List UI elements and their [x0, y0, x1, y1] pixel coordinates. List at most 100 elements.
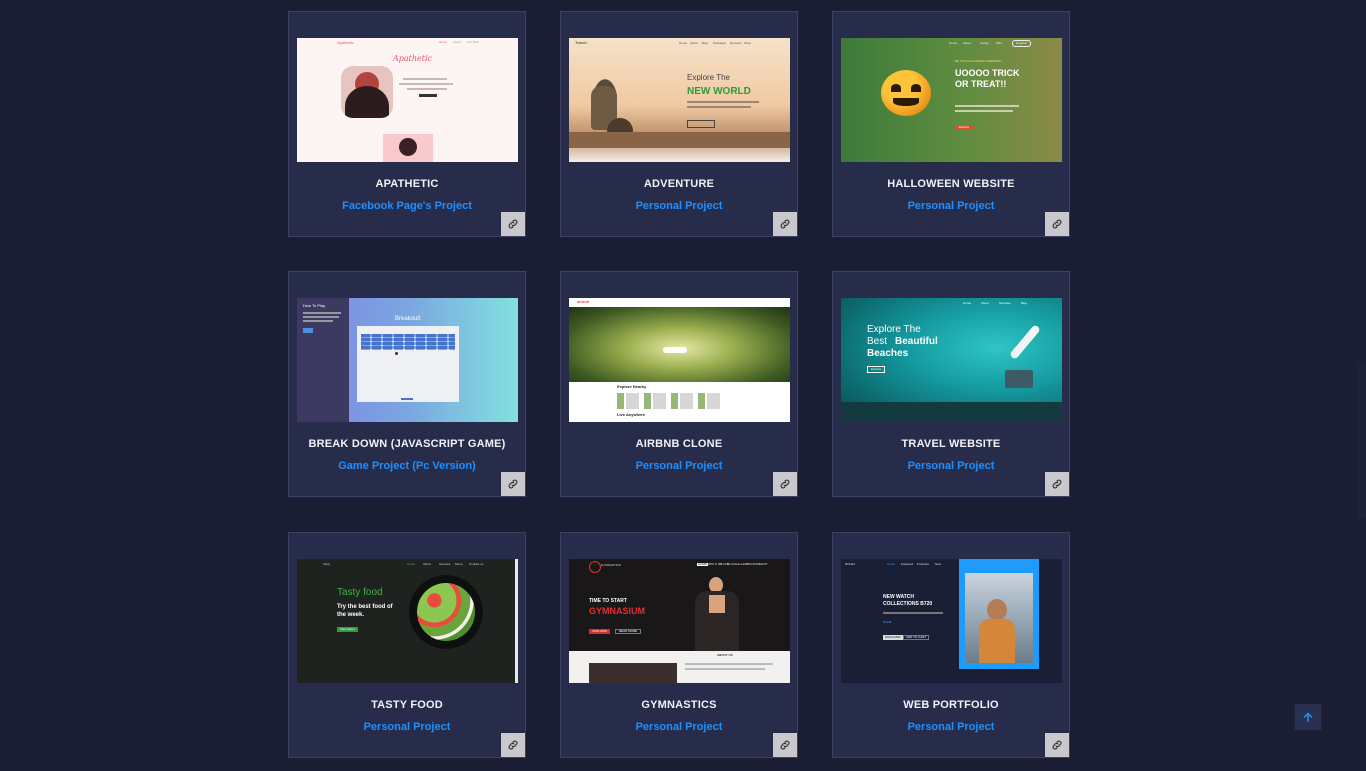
card-subtitle: Personal Project — [907, 721, 995, 733]
project-link-button[interactable] — [773, 472, 797, 496]
preview-nav-1: About — [981, 301, 989, 305]
preview-nav-1: About — [423, 562, 431, 566]
project-link-button[interactable] — [773, 733, 797, 757]
preview-nav-0: Home — [679, 41, 688, 45]
airbnb-preview[interactable]: airbnb Explore Nearby Live Anywhere — [569, 298, 790, 422]
preview-brand: Apathetic — [337, 40, 354, 45]
preview-brand: airbnb — [577, 299, 590, 304]
preview-nav-3: Menu — [455, 562, 463, 566]
project-card-web-portfolio: ROLEX Home Featured Products New NEW WAT… — [832, 532, 1070, 758]
preview-side-title: How To Play — [303, 303, 326, 308]
athlete-figure — [695, 573, 739, 651]
preview-nav-1: About — [453, 40, 461, 44]
link-icon — [1052, 479, 1062, 489]
preview-button1: JOIN NOW — [589, 629, 610, 635]
card-subtitle: Personal Project — [635, 200, 723, 212]
adventure-preview[interactable]: Travel. Home About Blog Packages Reviews… — [569, 38, 790, 162]
scroll-to-top-button[interactable] — [1295, 704, 1321, 730]
preview-button: Explore — [955, 125, 974, 131]
project-link-button[interactable] — [501, 472, 525, 496]
link-icon — [508, 740, 518, 750]
link-icon — [780, 740, 790, 750]
card-title: TASTY FOOD — [371, 699, 443, 711]
preview-heading: UOOOO TRICK OR TREAT!! — [955, 68, 1020, 89]
tasty-food-preview[interactable]: Tasty Home About Services Menu Contact u… — [297, 559, 518, 683]
link-icon — [780, 219, 790, 229]
project-link-button[interactable] — [501, 212, 525, 236]
project-card-gymnastics: GYMNASTICS HOME ABOUT US CLASS BLOG GALL… — [560, 532, 798, 758]
link-icon — [1052, 740, 1062, 750]
link-icon — [1052, 219, 1062, 229]
scrollbar[interactable] — [1358, 364, 1366, 518]
card-title: GYMNASTICS — [641, 699, 717, 711]
preview-nav-6: SHOP — [759, 562, 768, 566]
link-icon — [508, 479, 518, 489]
project-card-airbnb: airbnb Explore Nearby Live Anywhere AIRB… — [560, 271, 798, 497]
preview-nav-1: About — [690, 41, 698, 45]
preview-nav-1: Featured — [901, 562, 914, 566]
card-title: HALLOWEEN WEBSITE — [887, 178, 1015, 190]
preview-nav-0: Home — [407, 562, 416, 566]
preview-line1: Explore The — [867, 324, 921, 335]
preview-nav-2: Candy — [980, 41, 989, 45]
project-link-button[interactable] — [501, 733, 525, 757]
preview-nav-2: Blog — [702, 41, 709, 45]
preview-button2: READ MORE — [615, 629, 642, 635]
project-link-button[interactable] — [1045, 472, 1069, 496]
preview-nav-3: Blog — [1021, 301, 1028, 305]
apathetic-preview[interactable]: Apathetic Home About Get Start Apathetic — [297, 38, 518, 162]
project-card-halloween: Home About Candy Wiki Register BE TOP HA… — [832, 11, 1070, 237]
preview-price: $1245 — [883, 620, 892, 624]
card-subtitle: Personal Project — [907, 460, 995, 472]
card-title: TRAVEL WEBSITE — [901, 438, 1001, 450]
preview-nav-5: Shop — [744, 41, 752, 45]
project-card-adventure: Travel. Home About Blog Packages Reviews… — [560, 11, 798, 237]
preview-nav-0: Home — [963, 301, 972, 305]
preview-text: Try the best food of the week. — [337, 604, 393, 618]
card-title: AIRBNB CLONE — [635, 438, 723, 450]
card-title: APATHETIC — [375, 178, 439, 190]
preview-nav-0: Home — [439, 40, 448, 44]
preview-brand: Tasty — [323, 562, 331, 566]
preview-tag: BE TOP HALLOWEEN WEEKEND — [955, 59, 1002, 63]
preview-line2: NEW WORLD — [687, 86, 751, 97]
project-card-breakdown: How To Play Breakout! BREAK DOWN (JAVASC… — [288, 271, 526, 497]
preview-brand: GYMNASTICS — [601, 563, 621, 567]
preview-nav-4: Contact us — [469, 562, 484, 566]
project-link-button[interactable] — [1045, 733, 1069, 757]
preview-button: View Menu — [337, 627, 358, 633]
preview-nav-3: Packages — [713, 41, 727, 45]
preview-nav-3: Wiki — [996, 41, 1002, 45]
preview-line1: Explore The — [687, 73, 730, 82]
halloween-preview[interactable]: Home About Candy Wiki Register BE TOP HA… — [841, 38, 1062, 162]
card-title: WEB PORTFOLIO — [903, 699, 999, 711]
project-link-button[interactable] — [773, 212, 797, 236]
preview-button: Explore — [867, 366, 886, 374]
game-canvas — [357, 326, 459, 402]
preview-line2b: Beautiful — [895, 336, 938, 347]
preview-nav-2: Services — [439, 562, 451, 566]
travel-preview[interactable]: Home About Services Blog Explore The Bes… — [841, 298, 1062, 422]
card-subtitle: Personal Project — [363, 721, 451, 733]
preview-section: ABOUT US — [717, 653, 733, 657]
project-link-button[interactable] — [1045, 212, 1069, 236]
card-title: BREAK DOWN (JAVASCRIPT GAME) — [308, 438, 506, 450]
preview-section1: Explore Nearby — [617, 384, 647, 389]
web-portfolio-preview[interactable]: ROLEX Home Featured Products New NEW WAT… — [841, 559, 1062, 683]
breakdown-preview[interactable]: How To Play Breakout! — [297, 298, 518, 422]
preview-section2: Live Anywhere — [617, 412, 646, 417]
preview-nav-2: Products — [917, 562, 929, 566]
preview-nav-0: Home — [887, 562, 896, 566]
card-subtitle: Personal Project — [635, 721, 723, 733]
preview-heading: Apathetic — [393, 54, 433, 63]
preview-heading: NEW WATCH COLLECTIONS B720 — [883, 594, 933, 607]
preview-nav-1: About — [963, 41, 971, 45]
preview-line2: GYMNASIUM — [589, 606, 645, 616]
preview-line3: Beaches — [867, 348, 909, 359]
link-icon — [508, 219, 518, 229]
card-subtitle: Personal Project — [907, 200, 995, 212]
gymnastics-preview[interactable]: GYMNASTICS HOME ABOUT US CLASS BLOG GALL… — [569, 559, 790, 683]
preview-line2: Best — [867, 336, 888, 347]
link-icon — [780, 479, 790, 489]
preview-button2: ADD TO CART — [903, 635, 930, 641]
